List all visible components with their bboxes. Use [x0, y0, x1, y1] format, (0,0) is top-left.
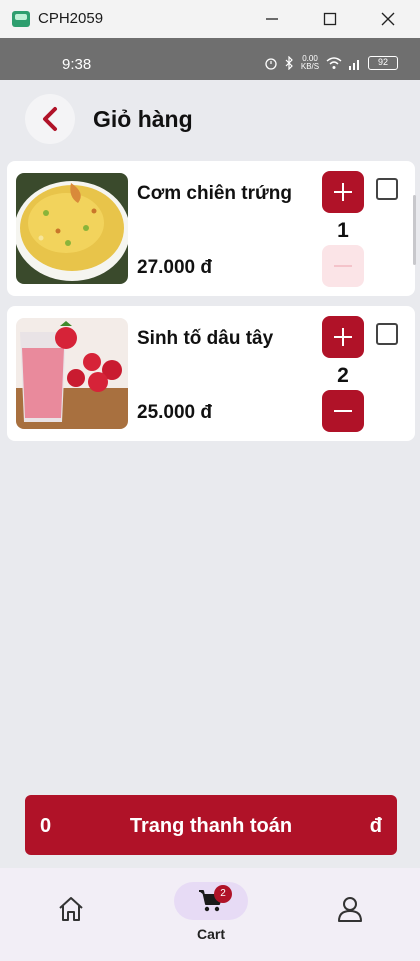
- cart-screen: Giỏ hàng Cơm chiên trứng 27.000 đ 1 Sinh…: [0, 80, 420, 961]
- nav-profile-button[interactable]: [329, 888, 371, 930]
- window: CPH2059 9:38 0.00 KB/S 92 Giỏ hàng Cơm c…: [0, 0, 420, 961]
- close-window-button[interactable]: [360, 0, 416, 38]
- checkout-currency: đ: [369, 815, 382, 837]
- battery-icon: 92: [368, 56, 398, 70]
- nav-home-button[interactable]: [50, 888, 92, 930]
- phone-status-bar: 9:38 0.00 KB/S 92: [0, 38, 420, 80]
- increase-quantity-button[interactable]: [322, 171, 364, 213]
- chevron-left-icon: [43, 107, 57, 131]
- network-speed: 0.00 KB/S: [300, 54, 320, 71]
- cart-item-card: Cơm chiên trứng 27.000 đ 1: [7, 161, 415, 296]
- cart-badge: 2: [214, 885, 232, 903]
- status-time: 9:38: [62, 56, 92, 73]
- checkout-button[interactable]: Trang thanh toán 0 đ: [25, 795, 397, 855]
- item-name: Sinh tố dâu tây: [137, 328, 274, 349]
- app-icon: [12, 11, 30, 27]
- fried-rice-photo: [16, 173, 128, 284]
- page-title: Giỏ hàng: [93, 106, 193, 132]
- item-quantity: 1: [337, 219, 349, 242]
- plus-icon: [334, 328, 352, 346]
- strawberry-smoothie-photo: [16, 318, 128, 429]
- strawberry-smoothie-image: [16, 318, 128, 429]
- minus-icon: [334, 265, 352, 267]
- checkout-total: 0: [40, 815, 52, 837]
- bluetooth-icon: [285, 56, 293, 70]
- select-item-checkbox[interactable]: [376, 178, 398, 200]
- item-price: 25.000 đ: [137, 402, 212, 423]
- signal-icon: [349, 59, 359, 70]
- decrease-quantity-button[interactable]: [322, 245, 364, 287]
- plus-icon: [334, 183, 352, 201]
- nav-cart-button[interactable]: 2: [174, 882, 248, 920]
- item-name: Cơm chiên trứng: [137, 183, 292, 204]
- nav-cart-label: Cart: [196, 926, 225, 942]
- window-title: CPH2059: [38, 10, 104, 27]
- alarm-icon: [265, 58, 277, 70]
- wifi-icon: [326, 56, 342, 69]
- fried-rice-image: [16, 173, 128, 284]
- status-icons: 0.00 KB/S 92: [264, 55, 398, 71]
- item-price: 27.000 đ: [137, 257, 212, 278]
- minimize-button[interactable]: [244, 0, 300, 38]
- minus-icon: [334, 410, 352, 412]
- scrollbar[interactable]: [413, 195, 416, 265]
- select-item-checkbox[interactable]: [376, 323, 398, 345]
- home-icon: [59, 897, 83, 921]
- maximize-icon: [323, 12, 337, 26]
- maximize-button[interactable]: [302, 0, 358, 38]
- back-button[interactable]: [25, 94, 75, 144]
- item-quantity: 2: [337, 364, 349, 387]
- user-icon: [338, 897, 362, 922]
- close-icon: [381, 12, 395, 26]
- decrease-quantity-button[interactable]: [322, 390, 364, 432]
- minimize-icon: [266, 18, 278, 20]
- checkout-label: Trang thanh toán: [129, 815, 293, 837]
- bottom-navigation: 2 Cart: [0, 868, 420, 961]
- increase-quantity-button[interactable]: [322, 316, 364, 358]
- window-titlebar: CPH2059: [0, 0, 420, 38]
- cart-item-card: Sinh tố dâu tây 25.000 đ 2: [7, 306, 415, 441]
